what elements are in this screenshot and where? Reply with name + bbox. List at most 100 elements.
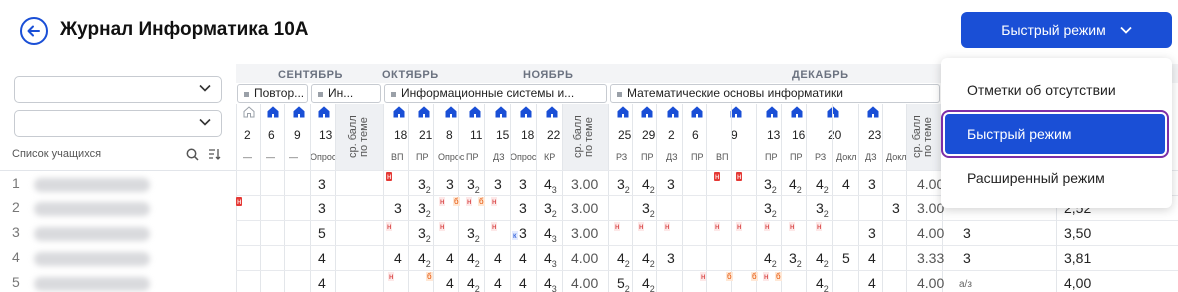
lesson-icon[interactable]: [791, 106, 803, 118]
absence-mark[interactable]: б: [478, 197, 485, 206]
absence-mark[interactable]: н: [700, 272, 707, 281]
grade-mark[interactable]: 32: [764, 176, 777, 195]
grade-mark[interactable]: 4: [446, 275, 454, 291]
grade-mark[interactable]: 32: [418, 200, 431, 219]
search-icon[interactable]: [186, 148, 199, 161]
grade-mark[interactable]: 32: [544, 200, 557, 219]
grade-mark[interactable]: 32: [467, 176, 480, 195]
lesson-day[interactable]: 2: [668, 128, 675, 142]
lesson-day[interactable]: 9: [731, 128, 738, 142]
mode-dropdown-button[interactable]: Быстрый режим: [961, 12, 1172, 48]
lesson-day[interactable]: 13: [767, 128, 780, 142]
grade-mark[interactable]: 5: [318, 225, 326, 241]
lesson-day[interactable]: 18: [394, 128, 407, 142]
absence-mark[interactable]: н: [439, 222, 446, 231]
grade-mark[interactable]: 32: [816, 200, 829, 219]
grade-mark[interactable]: 32: [764, 200, 777, 219]
grade-mark[interactable]: 4: [494, 250, 502, 266]
grade-mark[interactable]: 42: [789, 176, 802, 195]
grade-mark[interactable]: 42: [617, 250, 630, 269]
topic-chip[interactable]: Математические основы информатики: [610, 84, 940, 103]
absence-mark[interactable]: н: [664, 222, 671, 231]
lesson-day[interactable]: 6: [268, 128, 275, 142]
lesson-icon[interactable]: [418, 106, 430, 118]
lesson-icon[interactable]: [267, 106, 279, 118]
grade-mark[interactable]: 3: [868, 225, 876, 241]
grade-mark[interactable]: 3: [868, 176, 876, 192]
absence-mark[interactable]: н: [236, 197, 243, 206]
lesson-icon[interactable]: [546, 106, 558, 118]
lesson-icon[interactable]: [293, 106, 305, 118]
lesson-day[interactable]: 6: [692, 128, 699, 142]
back-button[interactable]: [20, 17, 48, 45]
grade-mark[interactable]: 3: [318, 176, 326, 192]
grade-mark[interactable]: 42: [764, 250, 777, 269]
grade-mark[interactable]: 32: [789, 250, 802, 269]
lesson-day[interactable]: 13: [319, 128, 332, 142]
lesson-day[interactable]: 23: [868, 128, 881, 142]
lesson-icon[interactable]: [827, 106, 839, 118]
lesson-icon[interactable]: [495, 106, 507, 118]
grade-mark[interactable]: 3: [892, 200, 900, 216]
lesson-day[interactable]: 11: [470, 128, 482, 142]
grade-mark[interactable]: 3: [318, 200, 326, 216]
grade-mark[interactable]: 4: [519, 275, 527, 291]
grade-mark[interactable]: 42: [642, 176, 655, 195]
absence-mark[interactable]: б: [426, 272, 433, 281]
absence-mark[interactable]: к: [512, 231, 518, 240]
lesson-day[interactable]: 2: [244, 128, 251, 142]
absence-mark[interactable]: б: [726, 272, 733, 281]
absence-mark[interactable]: н: [491, 222, 498, 231]
lesson-icon[interactable]: [243, 106, 255, 118]
grade-mark[interactable]: 4: [394, 250, 402, 266]
absence-mark[interactable]: б: [453, 197, 460, 206]
grade-mark[interactable]: 52: [617, 275, 630, 292]
absence-mark[interactable]: н: [466, 197, 473, 206]
lesson-icon[interactable]: [318, 106, 330, 118]
absence-mark[interactable]: н: [491, 197, 498, 206]
grade-mark[interactable]: 3: [394, 200, 402, 216]
lesson-icon[interactable]: [691, 106, 703, 118]
grade-mark[interactable]: 4: [446, 250, 454, 266]
absence-mark[interactable]: н: [816, 222, 823, 231]
lesson-icon[interactable]: [520, 106, 532, 118]
lesson-day[interactable]: 8: [446, 128, 453, 142]
absence-mark[interactable]: б: [775, 272, 782, 281]
absence-mark[interactable]: б: [751, 272, 758, 281]
grade-mark[interactable]: 32: [642, 200, 655, 219]
grade-mark[interactable]: 4: [868, 250, 876, 266]
absence-mark[interactable]: н: [386, 172, 393, 181]
grade-mark[interactable]: 43: [544, 250, 557, 269]
filter-select-2[interactable]: [14, 110, 222, 137]
lesson-day[interactable]: 21: [419, 128, 432, 142]
grade-mark[interactable]: 32: [418, 225, 431, 244]
absence-mark[interactable]: н: [736, 222, 743, 231]
grade-mark[interactable]: 4: [494, 275, 502, 291]
menu-item-extended-mode[interactable]: Расширенный режим: [941, 158, 1172, 198]
lesson-day[interactable]: 29: [642, 128, 655, 142]
grade-mark[interactable]: 3: [519, 200, 527, 216]
absence-mark[interactable]: н: [388, 272, 395, 281]
lesson-icon[interactable]: [667, 106, 679, 118]
absence-mark[interactable]: н: [764, 222, 771, 231]
absence-mark[interactable]: н: [386, 222, 393, 231]
lesson-icon[interactable]: [393, 106, 405, 118]
topic-chip[interactable]: Повтор...: [237, 84, 308, 103]
grade-mark[interactable]: 3: [667, 250, 675, 266]
grade-mark[interactable]: 4: [519, 250, 527, 266]
grade-mark[interactable]: 42: [816, 176, 829, 195]
grade-mark[interactable]: 42: [418, 250, 431, 269]
lesson-icon[interactable]: [641, 106, 653, 118]
grade-mark[interactable]: 43: [544, 225, 557, 244]
topic-chip[interactable]: Ин...: [311, 84, 381, 103]
menu-item-quick-mode[interactable]: Быстрый режим: [941, 110, 1169, 158]
topic-chip[interactable]: Информационные системы и...: [384, 84, 607, 103]
lesson-day[interactable]: 22: [547, 128, 560, 142]
grade-mark[interactable]: 3: [519, 225, 527, 241]
grade-mark[interactable]: 3: [519, 176, 527, 192]
filter-select-1[interactable]: [14, 76, 222, 103]
lesson-day[interactable]: 15: [496, 128, 509, 142]
grade-mark[interactable]: 4: [868, 275, 876, 291]
lesson-day[interactable]: 20: [828, 128, 841, 142]
absence-mark[interactable]: н: [614, 222, 621, 231]
